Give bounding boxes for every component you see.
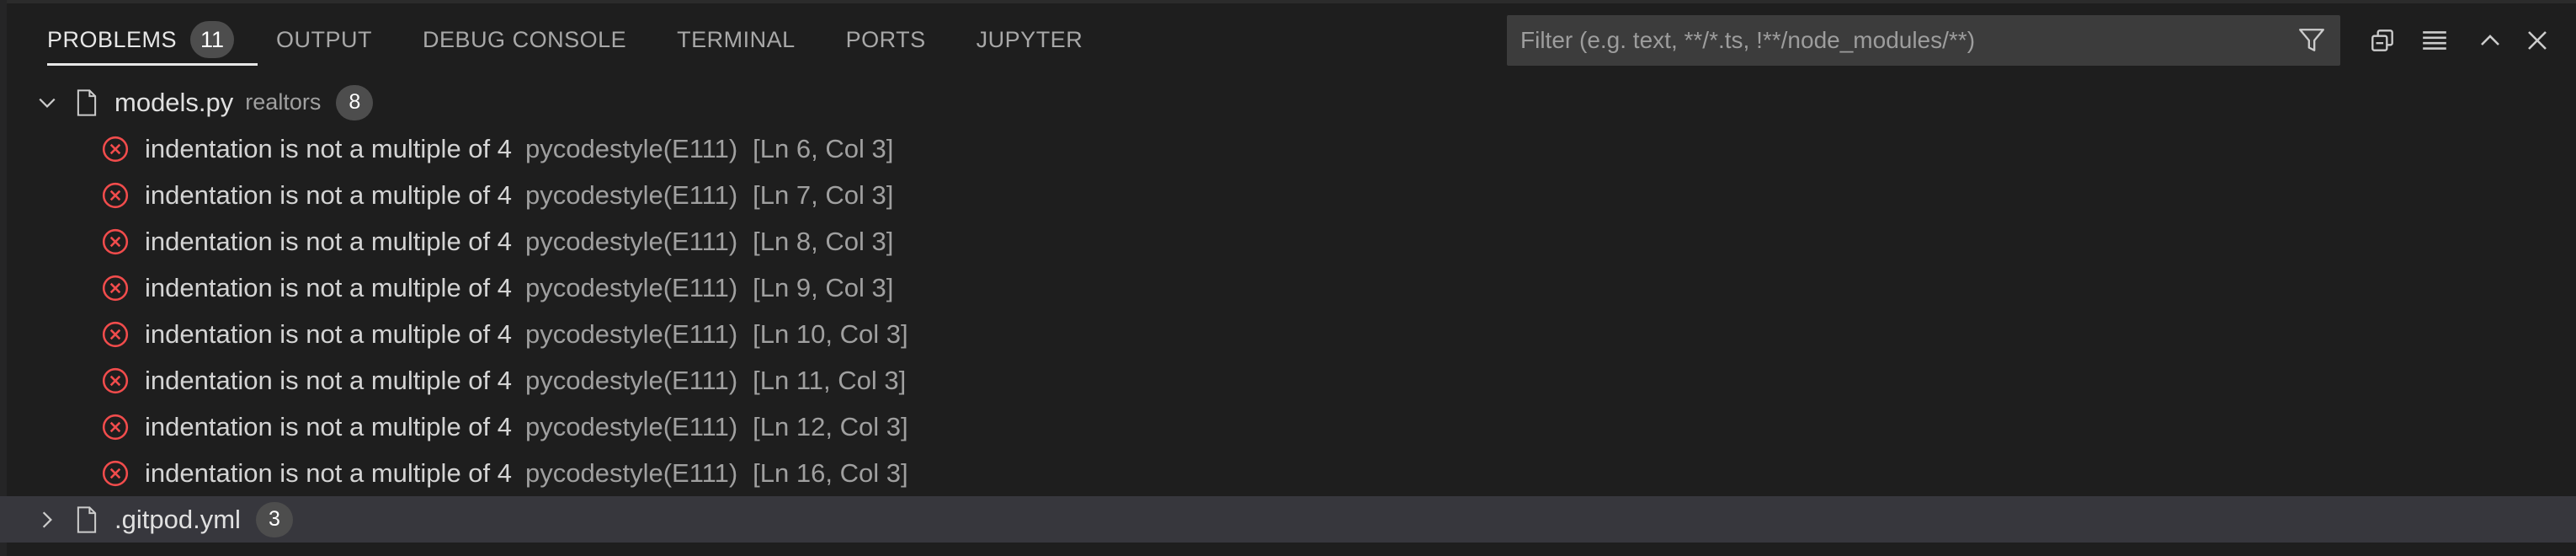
file-icon <box>72 85 101 120</box>
problem-source: pycodestyle(E111) <box>525 365 738 395</box>
problems-filter-box <box>1507 15 2340 66</box>
problem-message: indentation is not a multiple of 4 <box>145 226 512 256</box>
file-problem-count-badge: 3 <box>255 501 293 537</box>
file-folder: realtors <box>245 89 322 115</box>
problem-location: [Ln 16, Col 3] <box>753 457 908 488</box>
error-circle-icon <box>99 272 131 304</box>
file-row-gitpod-yml[interactable]: .gitpod.yml 3 <box>0 496 2576 543</box>
file-icon <box>72 502 101 537</box>
problem-row[interactable]: indentation is not a multiple of 4 pycode… <box>0 172 2576 218</box>
collapse-all-icon[interactable] <box>2362 20 2403 61</box>
tab-jupyter-label: JUPYTER <box>976 26 1083 52</box>
tab-output-label: OUTPUT <box>276 26 373 52</box>
problem-row[interactable]: indentation is not a multiple of 4 pycode… <box>0 126 2576 172</box>
problem-row[interactable]: indentation is not a multiple of 4 pycode… <box>0 311 2576 357</box>
problem-message: indentation is not a multiple of 4 <box>145 133 512 163</box>
problem-row[interactable]: indentation is not a multiple of 4 pycode… <box>0 357 2576 404</box>
problem-message: indentation is not a multiple of 4 <box>145 318 512 349</box>
problem-location: [Ln 7, Col 3] <box>753 179 894 210</box>
chevron-right-icon[interactable] <box>30 503 64 537</box>
problem-message: indentation is not a multiple of 4 <box>145 272 512 302</box>
problems-count-badge: 11 <box>190 21 235 58</box>
problem-location: [Ln 6, Col 3] <box>753 133 894 163</box>
file-row-models-py[interactable]: models.py realtors 8 <box>0 79 2576 126</box>
file-name: models.py <box>114 87 234 117</box>
error-circle-icon <box>99 226 131 258</box>
tab-jupyter[interactable]: JUPYTER <box>977 0 1083 79</box>
problem-location: [Ln 10, Col 3] <box>753 318 908 349</box>
problem-row[interactable]: indentation is not a multiple of 4 pycode… <box>0 265 2576 311</box>
problem-source: pycodestyle(E111) <box>525 411 738 441</box>
file-name: .gitpod.yml <box>114 504 241 534</box>
problem-location: [Ln 12, Col 3] <box>753 411 908 441</box>
problem-source: pycodestyle(E111) <box>525 179 738 210</box>
problem-message: indentation is not a multiple of 4 <box>145 411 512 441</box>
file-problem-count-badge: 8 <box>336 84 374 120</box>
panel-tab-bar: PROBLEMS 11 OUTPUT DEBUG CONSOLE TERMINA… <box>34 0 1133 79</box>
error-circle-icon <box>99 133 131 165</box>
tab-output[interactable]: OUTPUT <box>276 0 372 79</box>
problem-message: indentation is not a multiple of 4 <box>145 457 512 488</box>
problem-source: pycodestyle(E111) <box>525 133 738 163</box>
tab-problems[interactable]: PROBLEMS <box>34 0 258 79</box>
tab-terminal-label: TERMINAL <box>677 26 796 52</box>
error-circle-icon <box>99 179 131 211</box>
problem-location: [Ln 8, Col 3] <box>753 226 894 256</box>
problem-location: [Ln 11, Col 3] <box>753 365 907 395</box>
problem-source: pycodestyle(E111) <box>525 318 738 349</box>
error-circle-icon <box>99 457 131 489</box>
file-label: models.py realtors 8 <box>114 84 374 120</box>
problem-row[interactable]: indentation is not a multiple of 4 pycode… <box>0 404 2576 450</box>
problem-location: [Ln 9, Col 3] <box>753 272 894 302</box>
problem-row[interactable]: indentation is not a multiple of 4 pycode… <box>0 450 2576 496</box>
problem-message: indentation is not a multiple of 4 <box>145 179 512 210</box>
tab-problems-label: PROBLEMS <box>47 26 178 52</box>
problems-filter-input[interactable] <box>1519 26 2295 55</box>
tab-debug-console[interactable]: DEBUG CONSOLE <box>423 0 626 79</box>
view-as-list-icon[interactable] <box>2414 20 2455 61</box>
error-circle-icon <box>99 411 131 443</box>
filter-funnel-icon[interactable] <box>2295 24 2329 57</box>
error-circle-icon <box>99 365 131 397</box>
tab-ports-label: PORTS <box>845 26 926 52</box>
problem-message: indentation is not a multiple of 4 <box>145 365 512 395</box>
chevron-up-icon[interactable] <box>2470 20 2510 61</box>
problem-source: pycodestyle(E111) <box>525 272 738 302</box>
problem-row[interactable]: indentation is not a multiple of 4 pycode… <box>0 218 2576 265</box>
tab-ports[interactable]: PORTS <box>846 0 926 79</box>
close-icon[interactable] <box>2517 20 2557 61</box>
error-circle-icon <box>99 318 131 350</box>
tab-terminal[interactable]: TERMINAL <box>677 0 796 79</box>
problem-source: pycodestyle(E111) <box>525 457 738 488</box>
problems-tree: models.py realtors 8 indentation is not … <box>0 79 2576 543</box>
tab-debug-console-label: DEBUG CONSOLE <box>423 26 627 52</box>
problem-source: pycodestyle(E111) <box>525 226 738 256</box>
file-label: .gitpod.yml 3 <box>114 501 293 537</box>
chevron-down-icon[interactable] <box>30 86 64 120</box>
